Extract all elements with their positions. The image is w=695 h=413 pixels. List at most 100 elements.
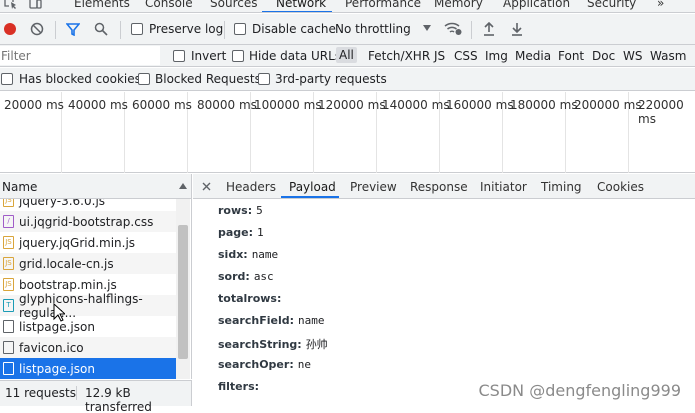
payload-row: sord: asc: [218, 270, 274, 283]
active-tab-indicator: [262, 11, 332, 12]
timeline-overview[interactable]: 20000 ms 40000 ms 60000 ms 80000 ms 1000…: [0, 92, 695, 173]
request-row[interactable]: favicon.ico: [0, 337, 176, 358]
payload-row: page: 1: [218, 226, 264, 239]
third-party-checkbox[interactable]: [258, 73, 270, 85]
script-file-icon: JS: [3, 236, 14, 249]
request-list: JS jquery-3.6.0.js / ui.jqgrid-bootstrap…: [0, 199, 192, 379]
tab-memory[interactable]: Memory: [434, 0, 483, 10]
timeline-tick-label: 40000 ms: [68, 98, 128, 112]
blocked-requests-checkbox[interactable]: [138, 73, 150, 85]
tab-security[interactable]: Security: [587, 0, 636, 10]
timeline-tick-label: 80000 ms: [197, 98, 257, 112]
preserve-log-checkbox[interactable]: [131, 23, 143, 35]
throttling-select[interactable]: No throttling: [335, 22, 411, 36]
type-filter-font[interactable]: Font: [558, 49, 584, 63]
toolbar-divider: [120, 21, 121, 39]
type-filter-fetch-xhr[interactable]: Fetch/XHR: [368, 49, 430, 63]
disable-cache-label: Disable cache: [252, 22, 336, 36]
blocked-cookies-checkbox[interactable]: [1, 73, 13, 85]
payload-key: filters:: [218, 380, 260, 393]
payload-row: sidx: name: [218, 248, 278, 261]
device-toolbar-icon[interactable]: [28, 0, 42, 9]
filter-input[interactable]: [0, 46, 160, 65]
tab-timing[interactable]: Timing: [541, 180, 582, 194]
type-filter-css[interactable]: CSS: [454, 49, 478, 63]
network-conditions-icon[interactable]: [444, 21, 462, 36]
caret-down-icon[interactable]: [423, 25, 431, 31]
request-name: jquery-3.6.0.js: [19, 199, 106, 208]
timeline-tick-label: 60000 ms: [132, 98, 192, 112]
payload-row: filters:: [218, 380, 263, 393]
payload-row: searchString: 孙帅: [218, 336, 328, 352]
tab-console[interactable]: Console: [145, 0, 193, 10]
payload-key: rows:: [218, 204, 253, 217]
inspect-element-icon[interactable]: [4, 0, 18, 9]
script-file-icon: JS: [3, 278, 14, 291]
import-har-icon[interactable]: [483, 22, 495, 36]
request-name: jquery.jqGrid.min.js: [19, 235, 136, 250]
type-filter-wasm[interactable]: Wasm: [650, 49, 686, 63]
request-row[interactable]: JS grid.locale-cn.js: [0, 253, 176, 274]
record-icon[interactable]: [3, 22, 17, 36]
tab-elements[interactable]: Elements: [74, 0, 130, 10]
toolbar-divider: [471, 21, 472, 39]
hide-data-urls-checkbox[interactable]: [232, 50, 244, 62]
timeline-tick-label: 140000 ms: [382, 98, 450, 112]
status-divider: [76, 386, 77, 400]
type-filter-media[interactable]: Media: [515, 49, 551, 63]
tab-cookies[interactable]: Cookies: [597, 180, 644, 194]
payload-row: totalrows:: [218, 292, 285, 305]
disable-cache-checkbox[interactable]: [234, 23, 246, 35]
filter-bar: Invert Hide data URLs All Fetch/XHR JS C…: [0, 45, 695, 67]
payload-key: searchField:: [218, 314, 294, 327]
tab-response[interactable]: Response: [410, 180, 468, 194]
type-filter-doc[interactable]: Doc: [592, 49, 615, 63]
tab-headers[interactable]: Headers: [226, 180, 276, 194]
type-filter-js[interactable]: JS: [434, 49, 445, 63]
request-row[interactable]: JS jquery-3.6.0.js: [0, 199, 176, 211]
scrollbar-thumb[interactable]: [178, 225, 188, 359]
active-detail-tab-indicator: [281, 196, 339, 198]
export-har-icon[interactable]: [511, 22, 523, 36]
toolbar-divider: [55, 21, 56, 39]
document-file-icon: [3, 362, 14, 375]
request-row[interactable]: / ui.jqgrid-bootstrap.css: [0, 211, 176, 232]
payload-key: sord:: [218, 270, 250, 283]
request-row[interactable]: listpage.json: [0, 316, 176, 337]
tab-application[interactable]: Application: [503, 0, 570, 10]
sort-up-icon[interactable]: [179, 183, 187, 189]
timeline-tick-label: 200000 ms: [574, 98, 642, 112]
request-row[interactable]: JS jquery.jqGrid.min.js: [0, 232, 176, 253]
request-list-scrollbar[interactable]: [176, 199, 190, 379]
preserve-log-label: Preserve log: [149, 22, 224, 36]
timeline-tick-label: 20000 ms: [4, 98, 64, 112]
type-filter-all[interactable]: All: [336, 47, 357, 63]
request-row[interactable]: T glyphicons-halflings-regular....: [0, 292, 176, 320]
tab-initiator[interactable]: Initiator: [480, 180, 527, 194]
tab-performance[interactable]: Performance: [345, 0, 421, 10]
close-icon[interactable]: [202, 182, 211, 191]
timeline-tick-label: 160000 ms: [446, 98, 514, 112]
request-row-selected[interactable]: listpage.json: [0, 358, 176, 379]
more-tabs-button[interactable]: »: [657, 0, 664, 10]
third-party-label: 3rd-party requests: [275, 72, 387, 86]
payload-value: ne: [297, 358, 311, 371]
hide-data-urls-label: Hide data URLs: [249, 49, 342, 63]
request-list-header[interactable]: Name: [0, 174, 192, 199]
filter-icon[interactable]: [66, 22, 80, 36]
blocked-cookies-label: Has blocked cookies: [19, 72, 141, 86]
tab-network[interactable]: Network: [276, 0, 326, 10]
type-filter-img[interactable]: Img: [485, 49, 508, 63]
type-filter-ws[interactable]: WS: [623, 49, 642, 63]
search-icon[interactable]: [94, 22, 108, 36]
tab-payload[interactable]: Payload: [289, 180, 336, 194]
payload-value: name: [251, 248, 279, 261]
clear-icon[interactable]: [30, 22, 44, 36]
tab-sources[interactable]: Sources: [210, 0, 257, 10]
invert-checkbox[interactable]: [173, 50, 185, 62]
payload-value: asc: [253, 270, 274, 283]
payload-value: 孙帅: [305, 338, 328, 351]
name-column-header[interactable]: Name: [2, 180, 37, 194]
tab-preview[interactable]: Preview: [350, 180, 397, 194]
timeline-tick-label: 220000 ms: [638, 98, 684, 126]
